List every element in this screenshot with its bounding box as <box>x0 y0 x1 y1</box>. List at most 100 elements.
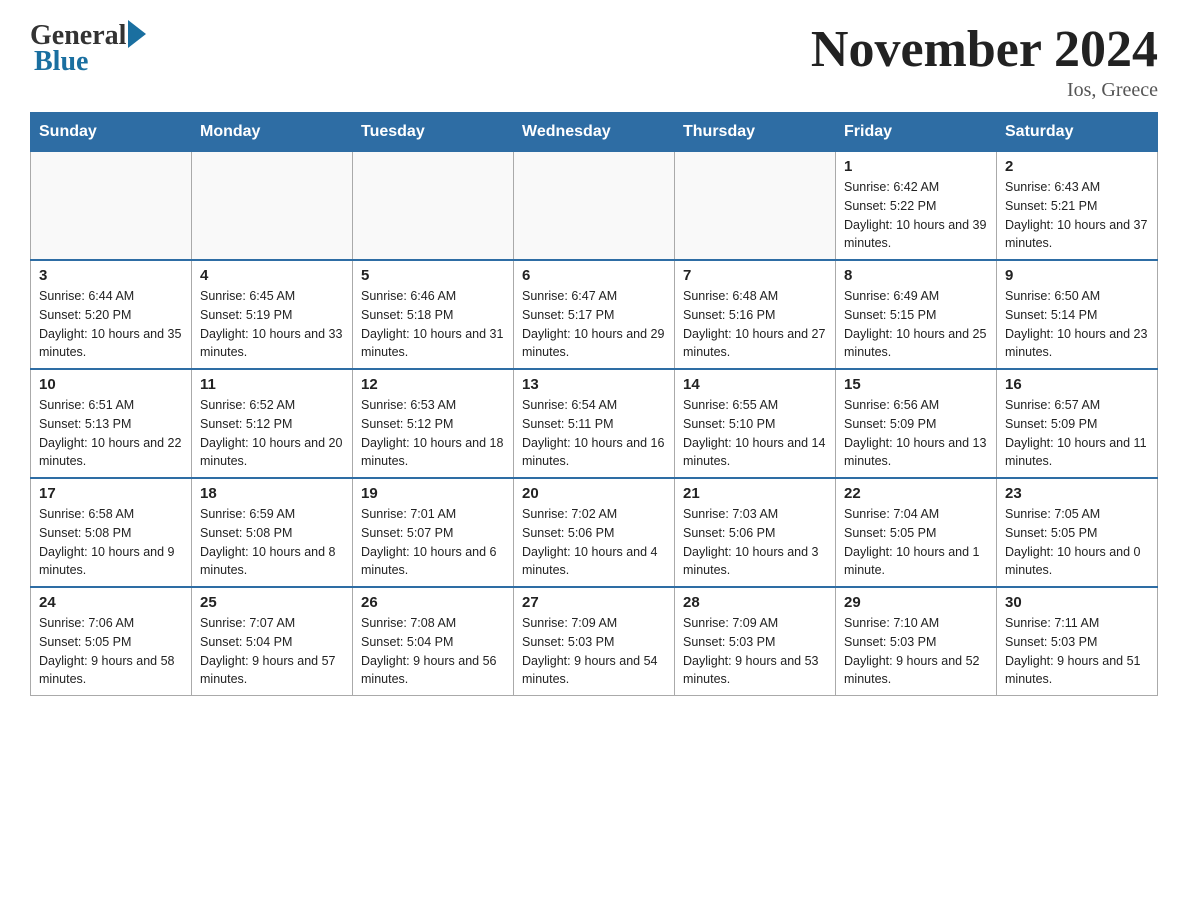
calendar-cell: 13 Sunrise: 6:54 AMSunset: 5:11 PMDayligh… <box>514 369 675 478</box>
weekday-header-saturday: Saturday <box>997 113 1158 152</box>
day-info: Sunrise: 6:53 AMSunset: 5:12 PMDaylight:… <box>361 396 505 471</box>
day-number: 29 <box>844 594 988 611</box>
day-info: Sunrise: 6:43 AMSunset: 5:21 PMDaylight:… <box>1005 178 1149 253</box>
day-number: 2 <box>1005 158 1149 175</box>
weekday-header-tuesday: Tuesday <box>353 113 514 152</box>
calendar-cell: 23 Sunrise: 7:05 AMSunset: 5:05 PMDayligh… <box>997 478 1158 587</box>
day-number: 8 <box>844 267 988 284</box>
day-info: Sunrise: 6:52 AMSunset: 5:12 PMDaylight:… <box>200 396 344 471</box>
day-info: Sunrise: 6:44 AMSunset: 5:20 PMDaylight:… <box>39 287 183 362</box>
day-info: Sunrise: 6:57 AMSunset: 5:09 PMDaylight:… <box>1005 396 1149 471</box>
day-number: 16 <box>1005 376 1149 393</box>
location: Ios, Greece <box>811 79 1158 102</box>
calendar-table: SundayMondayTuesdayWednesdayThursdayFrid… <box>30 112 1158 696</box>
day-number: 6 <box>522 267 666 284</box>
calendar-cell: 21 Sunrise: 7:03 AMSunset: 5:06 PMDayligh… <box>675 478 836 587</box>
logo: General Blue <box>30 20 146 78</box>
calendar-cell: 25 Sunrise: 7:07 AMSunset: 5:04 PMDayligh… <box>192 587 353 696</box>
day-info: Sunrise: 6:45 AMSunset: 5:19 PMDaylight:… <box>200 287 344 362</box>
weekday-header-sunday: Sunday <box>31 113 192 152</box>
day-info: Sunrise: 6:49 AMSunset: 5:15 PMDaylight:… <box>844 287 988 362</box>
day-info: Sunrise: 7:06 AMSunset: 5:05 PMDaylight:… <box>39 614 183 689</box>
title-area: November 2024 Ios, Greece <box>811 20 1158 102</box>
calendar-cell: 1 Sunrise: 6:42 AMSunset: 5:22 PMDaylight… <box>836 152 997 261</box>
calendar-cell: 27Sunrise: 7:09 AMSunset: 5:03 PMDayligh… <box>514 587 675 696</box>
day-info: Sunrise: 7:08 AMSunset: 5:04 PMDaylight:… <box>361 614 505 689</box>
page-header: General Blue November 2024 Ios, Greece <box>30 20 1158 102</box>
day-number: 15 <box>844 376 988 393</box>
weekday-header-friday: Friday <box>836 113 997 152</box>
day-info: Sunrise: 7:03 AMSunset: 5:06 PMDaylight:… <box>683 505 827 580</box>
calendar-cell <box>192 152 353 261</box>
calendar-cell: 11 Sunrise: 6:52 AMSunset: 5:12 PMDayligh… <box>192 369 353 478</box>
weekday-header-wednesday: Wednesday <box>514 113 675 152</box>
calendar-cell: 30 Sunrise: 7:11 AMSunset: 5:03 PMDayligh… <box>997 587 1158 696</box>
day-number: 10 <box>39 376 183 393</box>
day-info: Sunrise: 6:59 AMSunset: 5:08 PMDaylight:… <box>200 505 344 580</box>
calendar-cell: 10 Sunrise: 6:51 AMSunset: 5:13 PMDayligh… <box>31 369 192 478</box>
day-info: Sunrise: 6:42 AMSunset: 5:22 PMDaylight:… <box>844 178 988 253</box>
day-number: 14 <box>683 376 827 393</box>
calendar-cell <box>353 152 514 261</box>
day-info: Sunrise: 7:02 AMSunset: 5:06 PMDaylight:… <box>522 505 666 580</box>
day-number: 11 <box>200 376 344 393</box>
calendar-cell: 26 Sunrise: 7:08 AMSunset: 5:04 PMDayligh… <box>353 587 514 696</box>
day-info: Sunrise: 6:48 AMSunset: 5:16 PMDaylight:… <box>683 287 827 362</box>
calendar-cell: 14 Sunrise: 6:55 AMSunset: 5:10 PMDayligh… <box>675 369 836 478</box>
calendar-cell: 4Sunrise: 6:45 AMSunset: 5:19 PMDaylight… <box>192 260 353 369</box>
calendar-cell: 29Sunrise: 7:10 AMSunset: 5:03 PMDayligh… <box>836 587 997 696</box>
day-info: Sunrise: 7:07 AMSunset: 5:04 PMDaylight:… <box>200 614 344 689</box>
calendar-cell: 18 Sunrise: 6:59 AMSunset: 5:08 PMDayligh… <box>192 478 353 587</box>
day-number: 3 <box>39 267 183 284</box>
weekday-header-monday: Monday <box>192 113 353 152</box>
day-number: 12 <box>361 376 505 393</box>
day-info: Sunrise: 7:05 AMSunset: 5:05 PMDaylight:… <box>1005 505 1149 580</box>
day-number: 21 <box>683 485 827 502</box>
calendar-cell: 5 Sunrise: 6:46 AMSunset: 5:18 PMDaylight… <box>353 260 514 369</box>
day-number: 27 <box>522 594 666 611</box>
calendar-cell <box>514 152 675 261</box>
day-number: 13 <box>522 376 666 393</box>
day-number: 20 <box>522 485 666 502</box>
calendar-cell <box>675 152 836 261</box>
day-number: 28 <box>683 594 827 611</box>
day-number: 17 <box>39 485 183 502</box>
day-info: Sunrise: 6:54 AMSunset: 5:11 PMDaylight:… <box>522 396 666 471</box>
day-number: 25 <box>200 594 344 611</box>
calendar-cell: 19Sunrise: 7:01 AMSunset: 5:07 PMDayligh… <box>353 478 514 587</box>
calendar-cell: 20 Sunrise: 7:02 AMSunset: 5:06 PMDayligh… <box>514 478 675 587</box>
day-info: Sunrise: 7:01 AMSunset: 5:07 PMDaylight:… <box>361 505 505 580</box>
day-info: Sunrise: 6:46 AMSunset: 5:18 PMDaylight:… <box>361 287 505 362</box>
calendar-cell <box>31 152 192 261</box>
day-info: Sunrise: 6:47 AMSunset: 5:17 PMDaylight:… <box>522 287 666 362</box>
logo-arrow-icon <box>128 20 146 48</box>
calendar-cell: 15 Sunrise: 6:56 AMSunset: 5:09 PMDayligh… <box>836 369 997 478</box>
calendar-cell: 12 Sunrise: 6:53 AMSunset: 5:12 PMDayligh… <box>353 369 514 478</box>
day-number: 9 <box>1005 267 1149 284</box>
day-number: 5 <box>361 267 505 284</box>
day-info: Sunrise: 6:51 AMSunset: 5:13 PMDaylight:… <box>39 396 183 471</box>
day-info: Sunrise: 6:58 AMSunset: 5:08 PMDaylight:… <box>39 505 183 580</box>
calendar-cell: 28 Sunrise: 7:09 AMSunset: 5:03 PMDayligh… <box>675 587 836 696</box>
day-number: 18 <box>200 485 344 502</box>
day-info: Sunrise: 7:09 AMSunset: 5:03 PMDaylight:… <box>683 614 827 689</box>
day-info: Sunrise: 6:55 AMSunset: 5:10 PMDaylight:… <box>683 396 827 471</box>
day-number: 1 <box>844 158 988 175</box>
day-info: Sunrise: 6:50 AMSunset: 5:14 PMDaylight:… <box>1005 287 1149 362</box>
calendar-cell: 3 Sunrise: 6:44 AMSunset: 5:20 PMDaylight… <box>31 260 192 369</box>
calendar-cell: 24 Sunrise: 7:06 AMSunset: 5:05 PMDayligh… <box>31 587 192 696</box>
day-number: 22 <box>844 485 988 502</box>
weekday-header-thursday: Thursday <box>675 113 836 152</box>
calendar-cell: 7Sunrise: 6:48 AMSunset: 5:16 PMDaylight… <box>675 260 836 369</box>
calendar-cell: 22 Sunrise: 7:04 AMSunset: 5:05 PMDayligh… <box>836 478 997 587</box>
day-number: 30 <box>1005 594 1149 611</box>
day-info: Sunrise: 7:04 AMSunset: 5:05 PMDaylight:… <box>844 505 988 580</box>
day-number: 24 <box>39 594 183 611</box>
day-number: 23 <box>1005 485 1149 502</box>
calendar-cell: 17 Sunrise: 6:58 AMSunset: 5:08 PMDayligh… <box>31 478 192 587</box>
calendar-cell: 16 Sunrise: 6:57 AMSunset: 5:09 PMDayligh… <box>997 369 1158 478</box>
day-info: Sunrise: 7:11 AMSunset: 5:03 PMDaylight:… <box>1005 614 1149 689</box>
day-info: Sunrise: 6:56 AMSunset: 5:09 PMDaylight:… <box>844 396 988 471</box>
day-number: 26 <box>361 594 505 611</box>
calendar-cell: 9 Sunrise: 6:50 AMSunset: 5:14 PMDaylight… <box>997 260 1158 369</box>
